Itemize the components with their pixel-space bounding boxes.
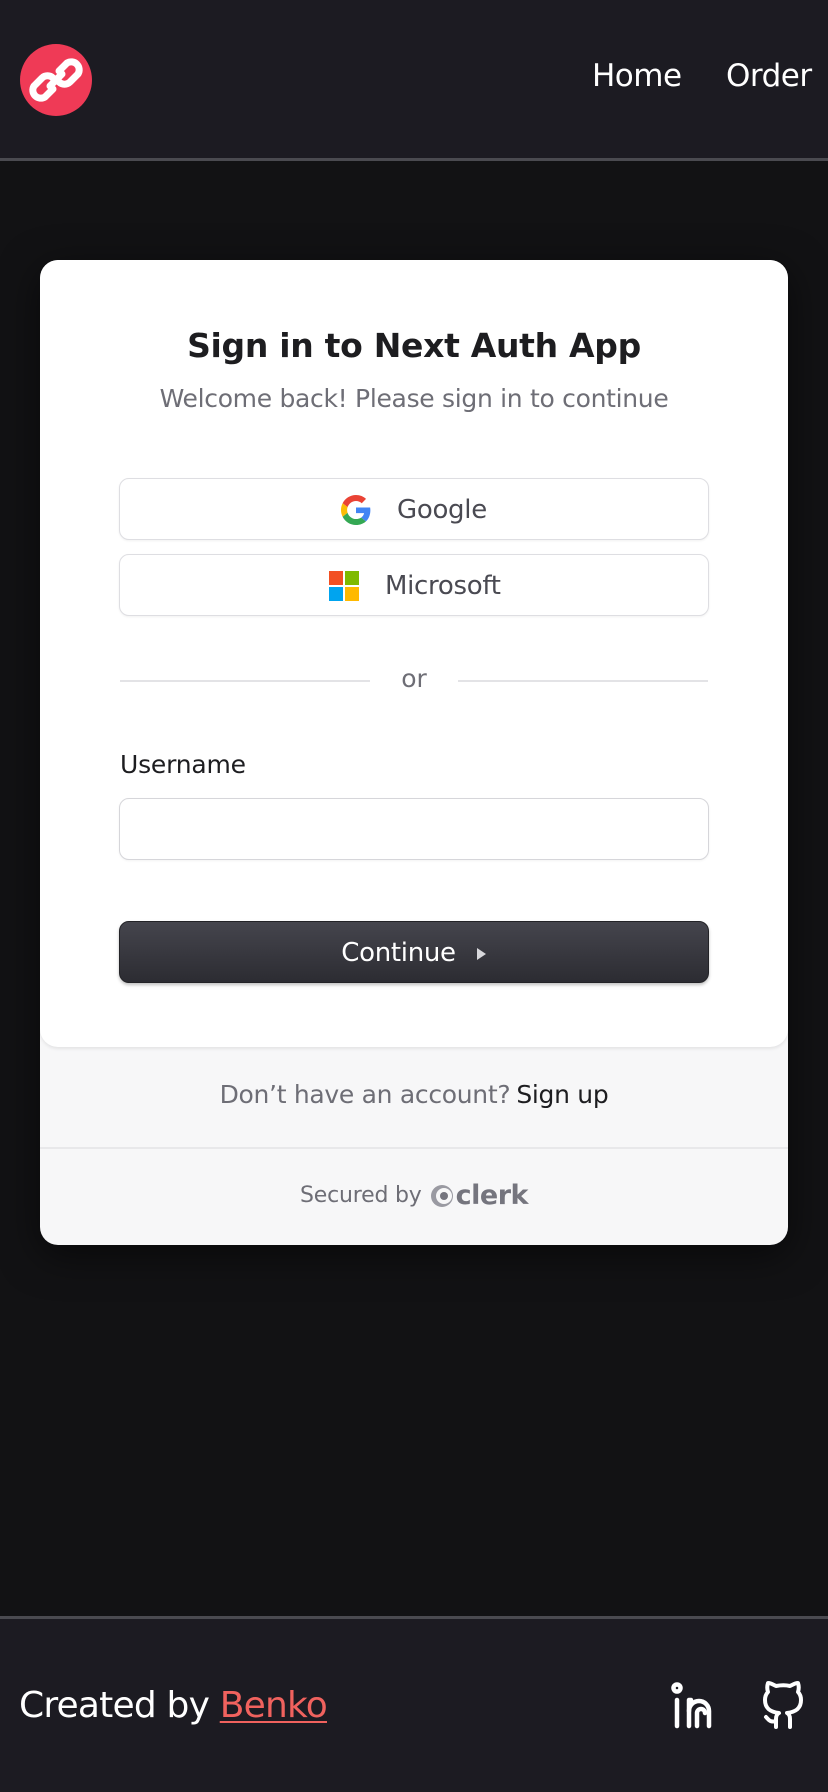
sign-in-subtitle: Welcome back! Please sign in to continue — [159, 384, 669, 413]
linkedin-icon[interactable] — [670, 1681, 720, 1731]
microsoft-icon — [329, 571, 359, 601]
github-icon[interactable] — [760, 1679, 806, 1729]
credit-prefix: Created by — [19, 1685, 210, 1726]
divider-or: or — [401, 664, 427, 693]
card-footer-divider — [40, 1147, 788, 1149]
microsoft-label: Microsoft — [385, 571, 501, 601]
sign-in-card: Sign in to Next Auth App Welcome back! P… — [40, 260, 788, 1245]
credit-text: Created by Benko — [19, 1685, 328, 1726]
top-header: Home Order — [0, 0, 828, 161]
clerk-wordmark: clerk — [455, 1180, 529, 1211]
page-footer: Created by Benko — [0, 1616, 828, 1792]
nav-home[interactable]: Home — [592, 58, 682, 94]
google-icon — [341, 495, 371, 525]
continue-label: Continue — [341, 938, 456, 968]
signup-row: Don’t have an account? Sign up — [40, 1080, 788, 1109]
logo[interactable] — [20, 44, 92, 116]
google-label: Google — [397, 495, 487, 525]
divider-line — [458, 680, 708, 682]
sign-in-form-panel: Sign in to Next Auth App Welcome back! P… — [40, 260, 788, 1047]
clerk-icon — [430, 1184, 453, 1207]
username-input[interactable] — [119, 798, 709, 860]
secured-by-row: Secured by clerk — [40, 1180, 788, 1211]
username-label: Username — [120, 750, 246, 779]
google-sign-in-button[interactable]: Google — [119, 478, 709, 540]
signup-prompt: Don’t have an account? — [219, 1080, 511, 1109]
sign-up-link[interactable]: Sign up — [516, 1080, 608, 1109]
secured-by-label: Secured by — [300, 1183, 422, 1208]
divider-line — [120, 680, 370, 682]
link-icon — [29, 58, 83, 102]
nav-order[interactable]: Order — [726, 58, 812, 94]
clerk-logo[interactable]: clerk — [430, 1180, 528, 1211]
caret-right-icon — [476, 948, 486, 960]
sign-in-title: Sign in to Next Auth App — [187, 326, 641, 365]
credit-author-link[interactable]: Benko — [220, 1685, 328, 1726]
microsoft-sign-in-button[interactable]: Microsoft — [119, 554, 709, 616]
continue-button[interactable]: Continue — [119, 921, 709, 983]
